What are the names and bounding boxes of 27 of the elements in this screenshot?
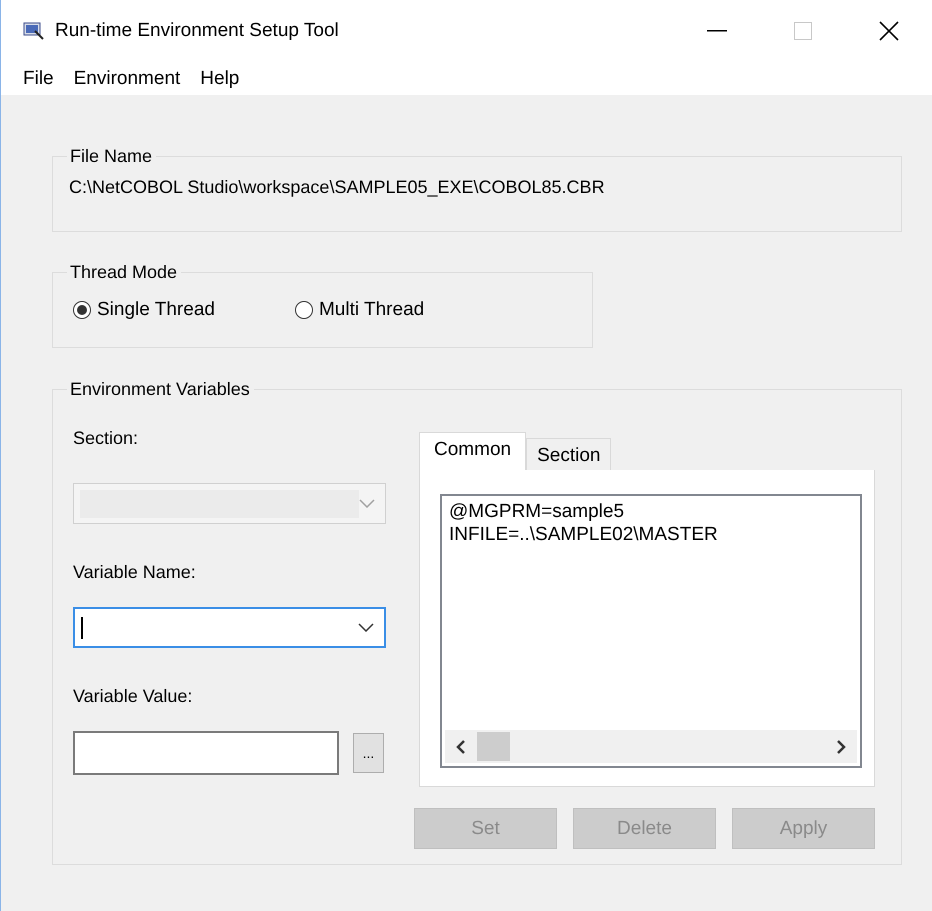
- chevron-down-icon[interactable]: [358, 623, 374, 632]
- file-path: C:\NetCOBOL Studio\workspace\SAMPLE05_EXE\COBOL85.CBR: [69, 177, 606, 198]
- tab[interactable]: Section: [526, 438, 612, 470]
- menu-item[interactable]: Help: [192, 66, 248, 92]
- window-title: Run-time Environment Setup Tool: [55, 20, 340, 42]
- radio-circle-icon[interactable]: [294, 301, 313, 319]
- scroll-right-icon[interactable]: [835, 740, 847, 754]
- radio-circle-icon[interactable]: [73, 301, 91, 319]
- section-label: Section:: [73, 428, 140, 449]
- variables-list[interactable]: @MGPRM=sample5 INFILE=..\SAMPLE02\MASTER: [440, 494, 862, 768]
- list-item[interactable]: INFILE=..\SAMPLE02\MASTER: [449, 523, 853, 546]
- horizontal-scrollbar[interactable]: [445, 730, 857, 763]
- list-item[interactable]: @MGPRM=sample5: [449, 500, 853, 523]
- variable-value-field[interactable]: [73, 731, 339, 775]
- scrollbar-thumb[interactable]: [477, 732, 510, 761]
- radio-button[interactable]: Multi Thread: [294, 299, 424, 321]
- menu-item[interactable]: File: [15, 66, 62, 92]
- app-icon: [23, 21, 45, 41]
- close-icon[interactable]: [879, 21, 899, 41]
- tab[interactable]: Common: [419, 432, 526, 470]
- scroll-left-icon[interactable]: [455, 740, 467, 754]
- radio-button[interactable]: Single Thread: [73, 299, 215, 321]
- variable-name-label: Variable Name:: [73, 562, 197, 583]
- menu-item[interactable]: Environment: [66, 66, 188, 92]
- browse-button[interactable]: ...: [353, 733, 384, 773]
- minimize-icon[interactable]: [707, 30, 727, 32]
- variable-value-label: Variable Value:: [73, 686, 194, 707]
